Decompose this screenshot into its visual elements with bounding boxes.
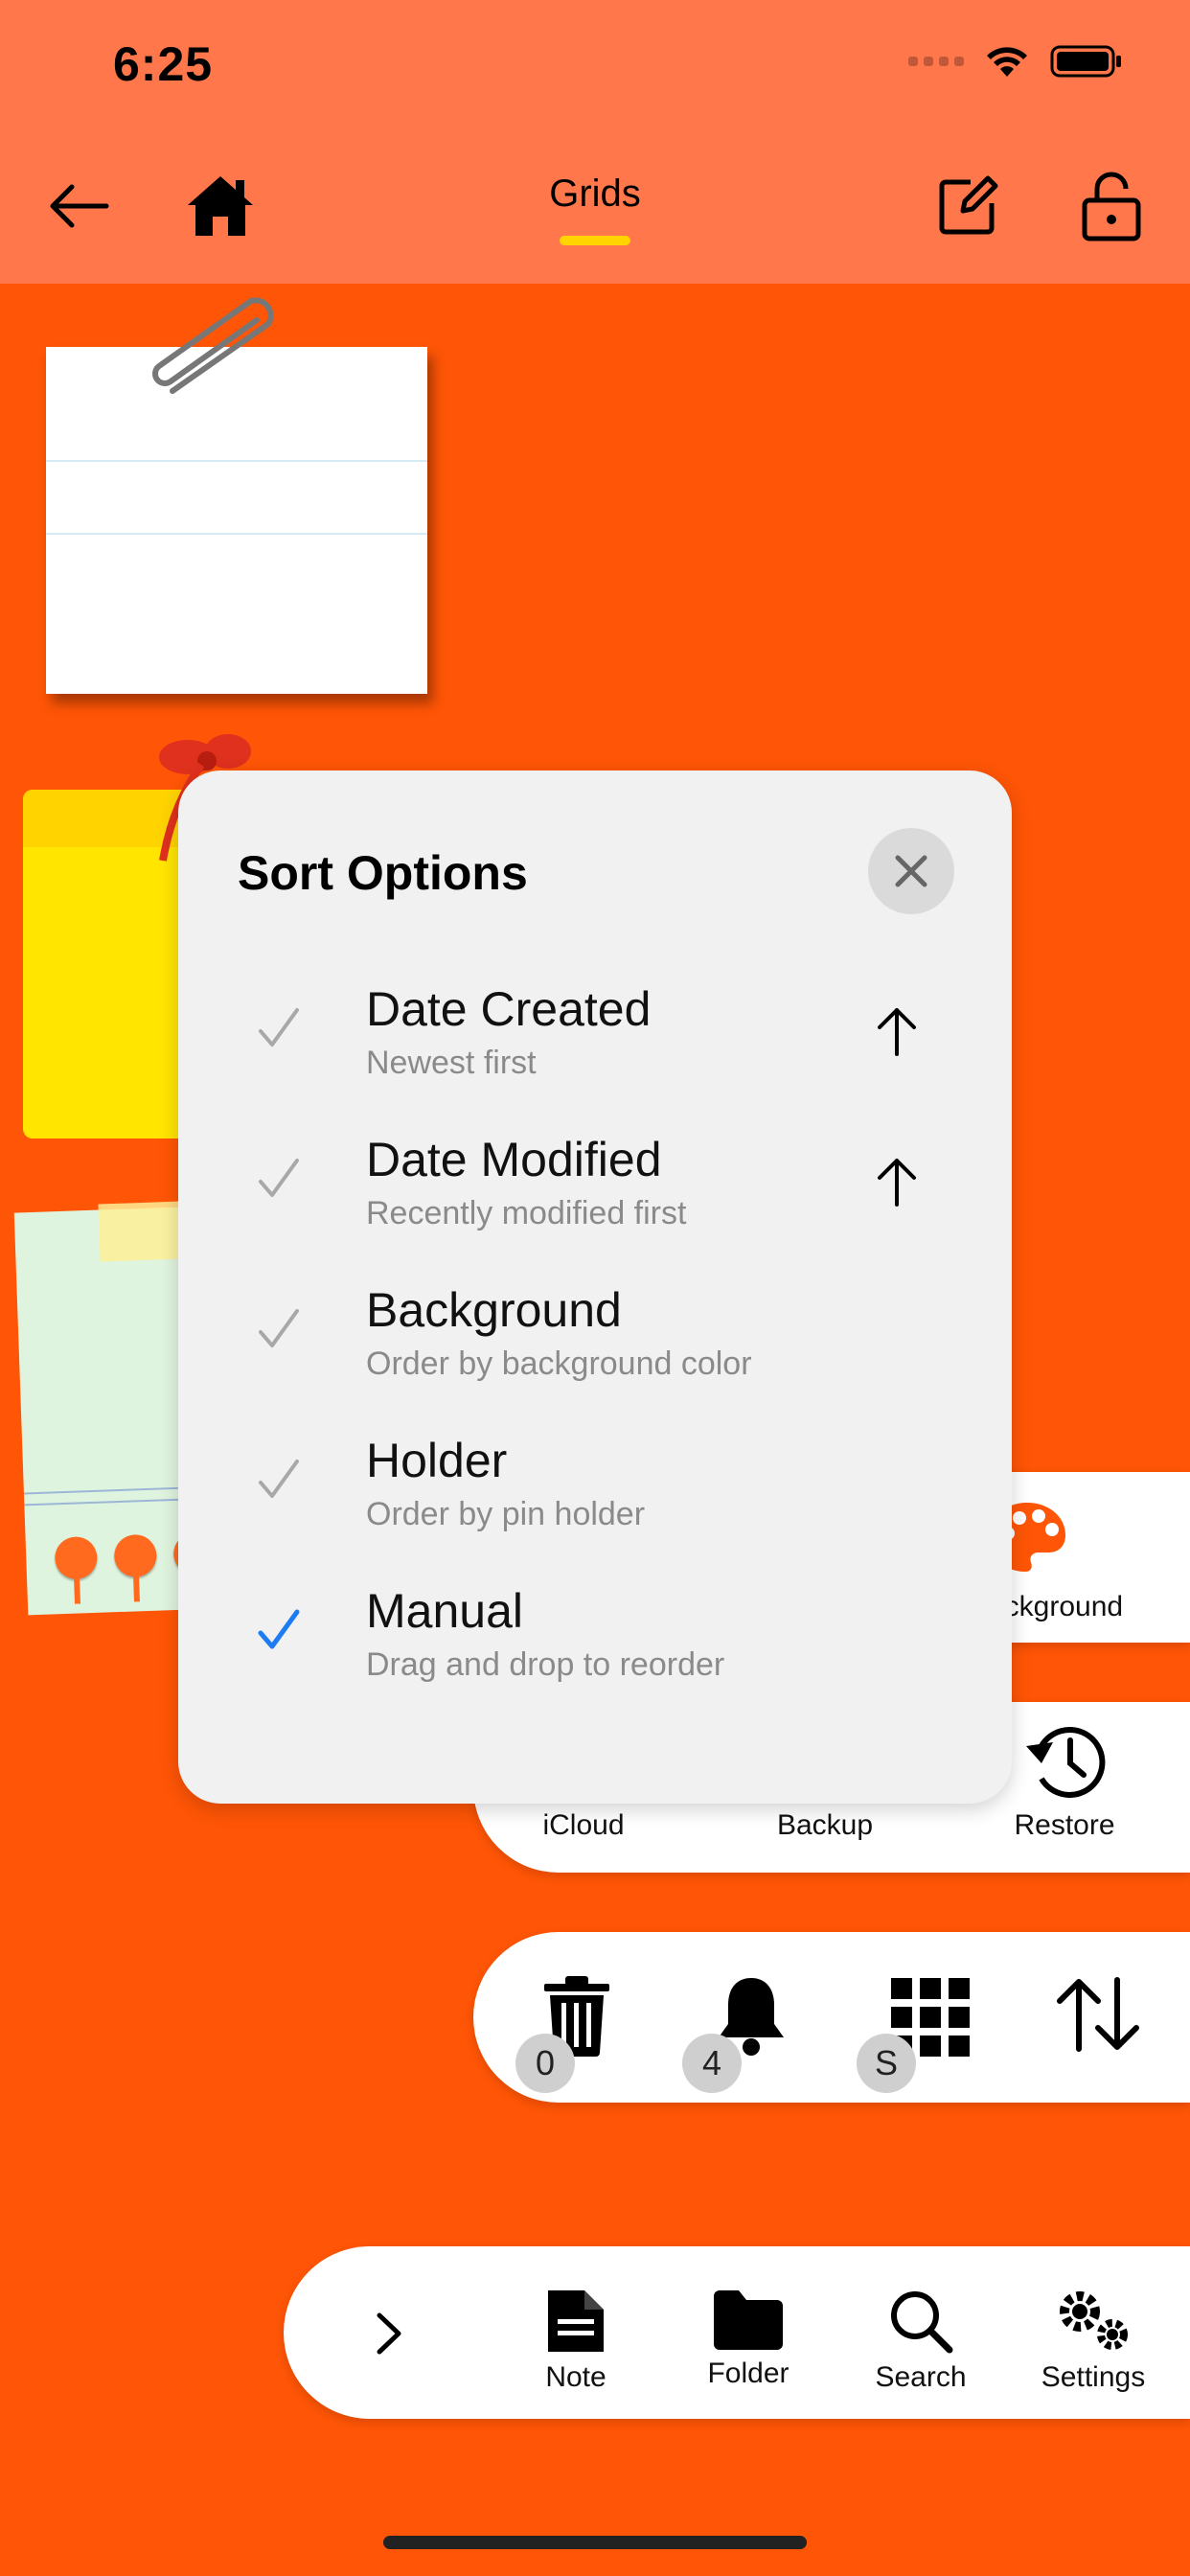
grid-size-badge: S xyxy=(857,2034,916,2093)
option-title: Holder xyxy=(366,1434,508,1487)
option-title: Date Created xyxy=(366,982,652,1036)
option-subtitle: Order by background color xyxy=(366,1346,752,1382)
restore-button[interactable]: Restore xyxy=(993,1719,1136,1842)
gears-icon xyxy=(1060,2291,1128,2350)
page-title: Grids xyxy=(549,172,641,215)
note-rule-line xyxy=(46,460,427,462)
check-icon xyxy=(259,1008,299,1046)
sort-option-manual[interactable]: Manual Drag and drop to reorder xyxy=(178,1564,1012,1708)
wifi-icon xyxy=(987,47,1027,77)
battery-icon xyxy=(1050,45,1121,78)
note-rule-line xyxy=(46,533,427,535)
bottom-bar: Note Folder Search Settings xyxy=(284,2246,1190,2419)
icloud-label: iCloud xyxy=(542,1809,625,1841)
check-icon xyxy=(259,1309,299,1347)
backup-label: Backup xyxy=(776,1809,874,1841)
close-button[interactable] xyxy=(868,828,954,914)
status-time: 6:25 xyxy=(113,37,214,91)
reminder-count-badge: 4 xyxy=(682,2034,742,2093)
compose-icon xyxy=(939,175,998,235)
option-subtitle: Drag and drop to reorder xyxy=(366,1646,725,1683)
actions-toolbar: 0 4 S xyxy=(473,1932,1190,2103)
option-title: Manual xyxy=(366,1584,523,1638)
home-indicator xyxy=(383,2536,807,2549)
sort-option-date-modified[interactable]: Date Modified Recently modified first xyxy=(178,1113,1012,1256)
option-subtitle: Newest first xyxy=(366,1045,537,1081)
settings-label: Settings xyxy=(1041,2361,1146,2393)
search-label: Search xyxy=(875,2361,967,2393)
note-label: Note xyxy=(545,2361,606,2393)
folder-label: Folder xyxy=(707,2358,790,2389)
chevron-right-icon xyxy=(377,2312,401,2355)
search-button[interactable]: Search xyxy=(849,2287,993,2394)
restore-history-icon xyxy=(1026,1727,1106,1798)
check-selected-icon xyxy=(258,1609,300,1649)
title-underline xyxy=(560,236,630,245)
settings-button[interactable]: Settings xyxy=(1021,2287,1165,2394)
pin-icon xyxy=(54,1535,99,1580)
sort-option-background[interactable]: Background Order by background color xyxy=(178,1263,1012,1407)
lock-button[interactable] xyxy=(1073,168,1150,244)
sort-options-sheet: Sort Options Date Created Newest first D… xyxy=(178,770,1012,1804)
arrow-up-icon[interactable] xyxy=(876,1004,918,1058)
folder-icon xyxy=(714,2290,783,2350)
unlock-icon xyxy=(1082,172,1141,242)
folder-button[interactable]: Folder xyxy=(676,2287,820,2390)
option-title: Date Modified xyxy=(366,1133,662,1186)
sort-button[interactable] xyxy=(1054,1976,1142,2053)
sheet-title: Sort Options xyxy=(238,846,528,900)
paperclip-icon xyxy=(152,297,274,394)
note-button[interactable]: Note xyxy=(504,2287,648,2394)
sort-option-date-created[interactable]: Date Created Newest first xyxy=(178,962,1012,1106)
arrow-up-icon[interactable] xyxy=(876,1155,918,1208)
sort-arrows-icon xyxy=(1057,1977,1139,2052)
expand-button[interactable] xyxy=(370,2310,408,2358)
restore-label: Restore xyxy=(1014,1809,1115,1841)
note-icon xyxy=(548,2290,604,2352)
top-bar: 6:25 Grids xyxy=(0,0,1190,284)
pin-icon xyxy=(113,1533,158,1578)
status-icons xyxy=(908,44,1123,79)
close-icon xyxy=(895,855,927,887)
new-note-button[interactable] xyxy=(929,168,1006,244)
option-subtitle: Recently modified first xyxy=(366,1195,687,1231)
search-icon xyxy=(891,2291,953,2354)
trash-count-badge: 0 xyxy=(515,2034,575,2093)
option-title: Background xyxy=(366,1283,622,1337)
sort-option-holder[interactable]: Holder Order by pin holder xyxy=(178,1414,1012,1557)
cellular-signal-icon xyxy=(908,57,964,66)
option-subtitle: Order by pin holder xyxy=(366,1496,646,1532)
check-icon xyxy=(259,1159,299,1197)
check-icon xyxy=(259,1460,299,1498)
